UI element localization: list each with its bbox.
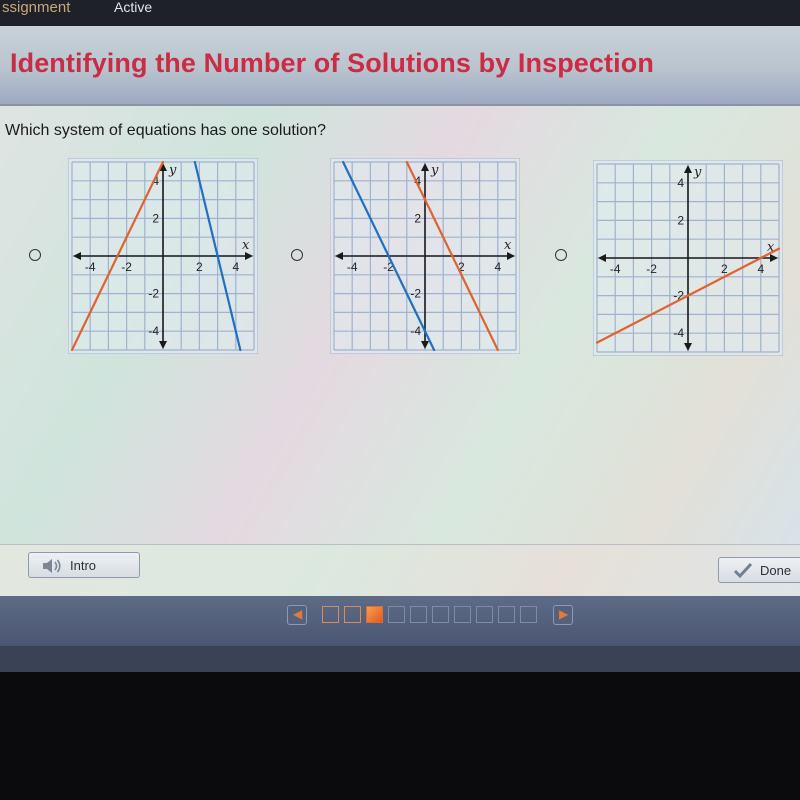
arrow-right-icon: ▶ bbox=[559, 607, 569, 621]
x-tick-label: -2 bbox=[646, 262, 657, 276]
footer-bar: Intro Done bbox=[0, 544, 800, 597]
coordinate-plane: -4 -2 2 442-2-4xy bbox=[68, 158, 258, 354]
y-tick-label: 2 bbox=[152, 211, 159, 225]
x-tick-label: -4 bbox=[610, 262, 621, 276]
graph-option-b: -4 -2 2 4 4 2 -2 -4 x y bbox=[330, 158, 520, 354]
page-square-3[interactable] bbox=[366, 606, 383, 623]
x-axis-label: x bbox=[504, 238, 512, 253]
speaker-icon bbox=[43, 559, 61, 573]
intro-button[interactable]: Intro bbox=[28, 552, 140, 578]
y-tick-label: -2 bbox=[148, 287, 159, 301]
x-tick-label: 2 bbox=[196, 260, 203, 274]
arrow-left-icon: ◀ bbox=[293, 607, 303, 621]
page-square-2[interactable] bbox=[344, 606, 361, 623]
x-tick-label: -4 bbox=[85, 260, 96, 274]
done-label: Done bbox=[760, 563, 792, 578]
x-tick-label: 4 bbox=[757, 262, 764, 276]
page-square-8[interactable] bbox=[476, 606, 493, 623]
lesson-header: Identifying the Number of Solutions by I… bbox=[0, 26, 800, 104]
question-area: Which system of equations has one soluti… bbox=[0, 104, 800, 546]
x-tick-label: 4 bbox=[494, 260, 501, 274]
y-axis-label: y bbox=[168, 163, 177, 178]
x-tick-label: 2 bbox=[721, 262, 728, 276]
page-square-5[interactable] bbox=[410, 606, 427, 623]
intro-label: Intro bbox=[70, 558, 97, 573]
x-tick-label: 4 bbox=[232, 260, 239, 274]
y-tick-label: -4 bbox=[410, 324, 421, 338]
y-tick-label: -4 bbox=[673, 326, 684, 340]
question-text: Which system of equations has one soluti… bbox=[5, 122, 327, 139]
coordinate-plane: -4 -2 2 442-2-4xy bbox=[593, 160, 783, 356]
page-square-4[interactable] bbox=[388, 606, 405, 623]
page-square-1[interactable] bbox=[322, 606, 339, 623]
x-tick-label: -4 bbox=[347, 260, 358, 274]
bottom-bezel bbox=[0, 646, 800, 672]
radio-option-a[interactable] bbox=[29, 249, 41, 261]
graph-option-a: -4 -2 2 4 4 2 -2 -4 x y bbox=[68, 158, 258, 354]
page-square-6[interactable] bbox=[432, 606, 449, 623]
radio-option-b[interactable] bbox=[291, 249, 303, 261]
y-tick-label: 2 bbox=[414, 211, 421, 225]
radio-option-c[interactable] bbox=[555, 249, 567, 261]
x-tick-label: -2 bbox=[121, 260, 132, 274]
y-tick-label: -4 bbox=[148, 324, 159, 338]
x-axis-label: x bbox=[242, 238, 250, 253]
status-label: Active bbox=[114, 0, 153, 15]
previous-page-button[interactable]: ◀ bbox=[287, 605, 307, 625]
top-bar: ssignment Active bbox=[0, 0, 800, 26]
page-title: Identifying the Number of Solutions by I… bbox=[10, 48, 654, 78]
y-axis-label: y bbox=[693, 165, 702, 180]
page-square-9[interactable] bbox=[498, 606, 515, 623]
y-tick-label: 2 bbox=[677, 213, 684, 227]
graph-option-c: -4 -2 2 4 4 2 -2 -4 x y bbox=[593, 160, 783, 356]
coordinate-plane: -4 -2 2 442-2-4xy bbox=[330, 158, 520, 354]
done-button[interactable]: Done bbox=[718, 557, 800, 583]
y-tick-label: 4 bbox=[677, 176, 684, 190]
page-square-10[interactable] bbox=[520, 606, 537, 623]
y-tick-label: -2 bbox=[410, 287, 421, 301]
next-page-button[interactable]: ▶ bbox=[553, 605, 573, 625]
page-square-7[interactable] bbox=[454, 606, 471, 623]
y-axis-label: y bbox=[430, 163, 439, 178]
checkmark-icon bbox=[733, 562, 753, 579]
breadcrumb-assignment[interactable]: ssignment bbox=[2, 0, 70, 16]
